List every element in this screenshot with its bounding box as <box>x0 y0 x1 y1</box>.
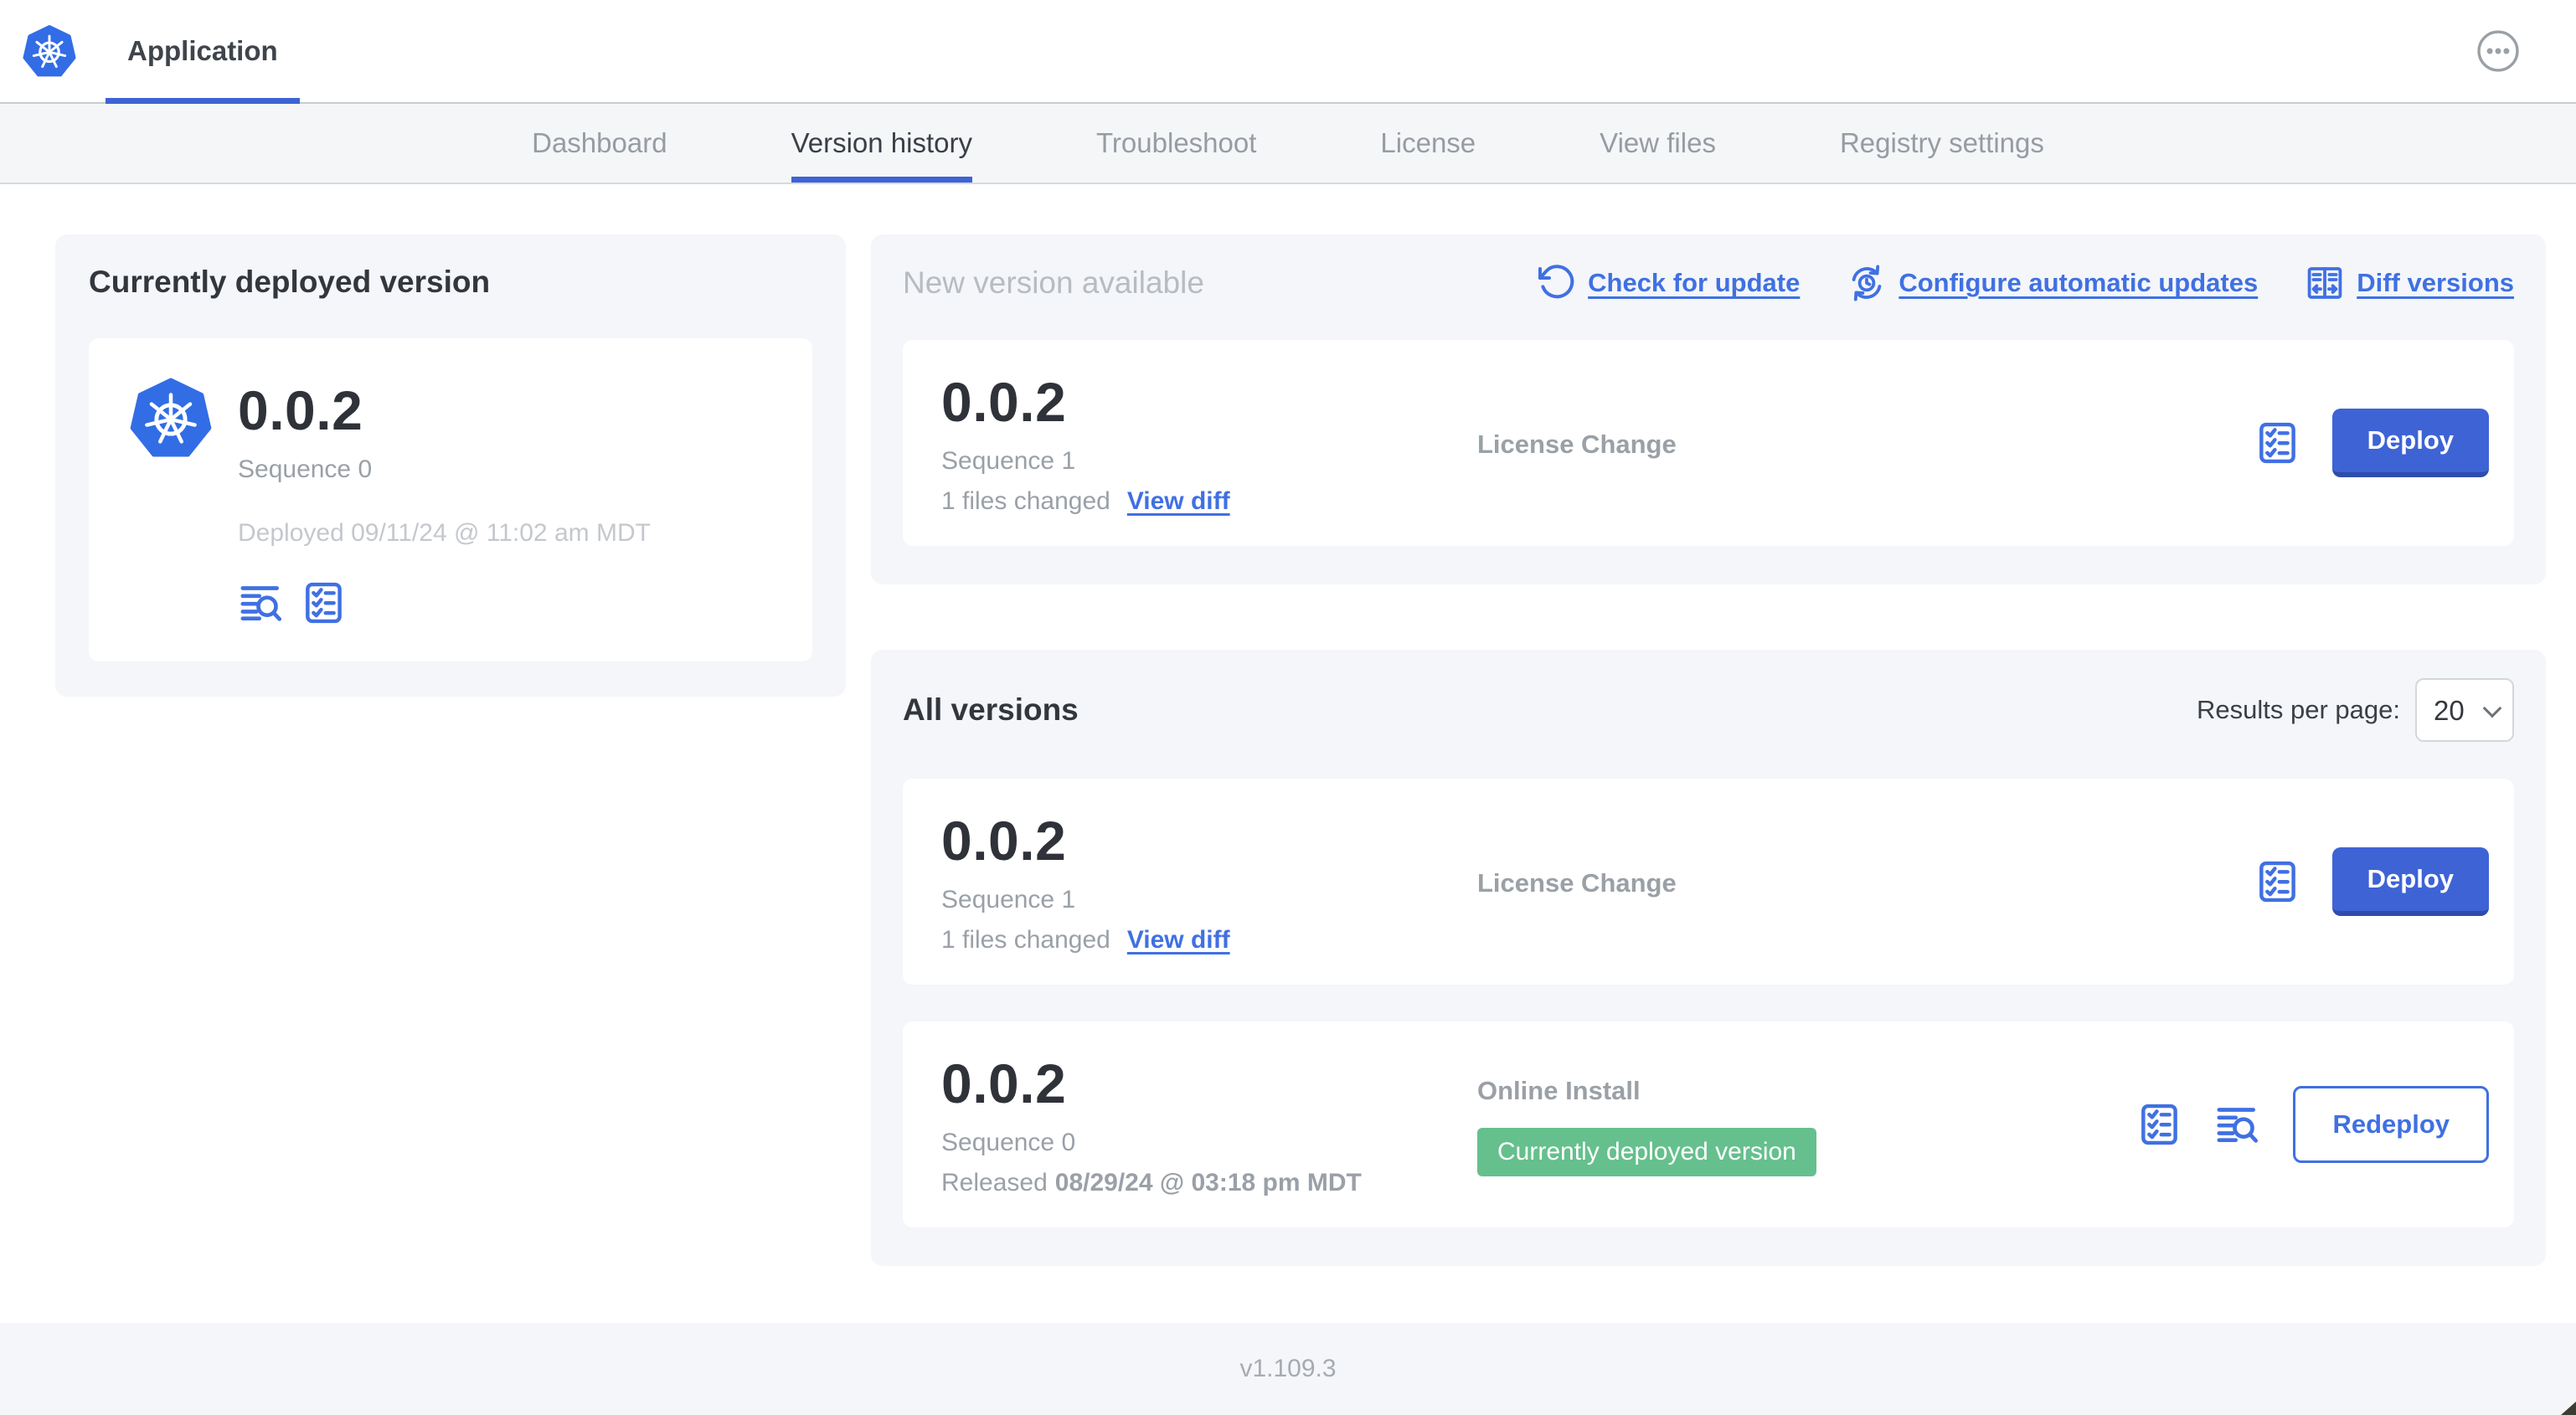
version-sequence: Sequence 1 <box>941 447 1076 475</box>
version-source-label: Online Install <box>1477 1076 1641 1105</box>
released-date-line: Released 08/29/24 @ 03:18 pm MDT <box>941 1169 1362 1196</box>
kubernetes-logo-icon <box>22 24 77 78</box>
results-per-page-label: Results per page: <box>2197 695 2400 724</box>
version-source-label: License Change <box>1477 430 1677 459</box>
currently-deployed-panel: Currently deployed version 0.0.2 Sequenc… <box>55 234 846 697</box>
view-logs-icon[interactable] <box>238 579 285 626</box>
currently-deployed-card: 0.0.2 Sequence 0 Deployed 09/11/24 @ 11:… <box>89 338 812 661</box>
results-per-page-select[interactable]: 20 <box>2415 678 2514 742</box>
ellipsis-icon <box>2476 28 2521 74</box>
app-header: Application <box>0 0 2576 104</box>
version-sequence: Sequence 1 <box>941 886 1076 913</box>
tab-view-files[interactable]: View files <box>1600 104 1716 183</box>
deploy-button[interactable]: Deploy <box>2331 409 2489 477</box>
overflow-menu-button[interactable] <box>2476 28 2521 74</box>
configure-automatic-updates-link[interactable]: Configure automatic updates <box>1847 263 2258 303</box>
tab-dashboard[interactable]: Dashboard <box>532 104 667 183</box>
new-version-title: New version available <box>903 265 1204 300</box>
main-content: Currently deployed version 0.0.2 Sequenc… <box>0 184 2576 1266</box>
footer: v1.109.3 <box>0 1323 2576 1415</box>
version-row: 0.0.2 Sequence 1 1 files changed View di… <box>903 779 2514 985</box>
preflight-checks-icon[interactable] <box>2136 1101 2182 1148</box>
diff-versions-link[interactable]: Diff versions <box>2305 263 2514 303</box>
current-version-deployed-date: Deployed 09/11/24 @ 11:02 am MDT <box>238 519 651 547</box>
tab-registry-settings[interactable]: Registry settings <box>1840 104 2044 183</box>
preflight-checks-icon[interactable] <box>2254 858 2300 905</box>
screen-corner-artifact <box>2561 1402 2576 1415</box>
redeploy-button[interactable]: Redeploy <box>2293 1086 2489 1163</box>
files-changed-text: 1 files changed <box>941 926 1110 954</box>
preflight-checks-icon[interactable] <box>300 579 347 626</box>
files-changed-text: 1 files changed <box>941 487 1110 515</box>
version-row: 0.0.2 Sequence 0 Released 08/29/24 @ 03:1… <box>903 1021 2514 1227</box>
app-tab[interactable]: Application <box>106 0 300 104</box>
refresh-icon <box>1536 263 1576 303</box>
check-for-update-link[interactable]: Check for update <box>1536 263 1800 303</box>
view-diff-link[interactable]: View diff <box>1127 926 1230 954</box>
tab-license[interactable]: License <box>1380 104 1476 183</box>
currently-deployed-title: Currently deployed version <box>89 265 491 299</box>
currently-deployed-badge: Currently deployed version <box>1477 1128 1816 1176</box>
new-version-card: 0.0.2 Sequence 1 1 files changed View di… <box>903 340 2514 546</box>
version-sequence: Sequence 0 <box>941 1129 1076 1156</box>
current-version-number: 0.0.2 <box>238 379 363 441</box>
all-versions-panel: All versions Results per page: 20 0.0.2 … <box>871 650 2546 1266</box>
console-version: v1.109.3 <box>1239 1355 1337 1382</box>
scheduled-update-icon <box>1847 263 1887 303</box>
deploy-button[interactable]: Deploy <box>2331 847 2489 916</box>
current-version-sequence: Sequence 0 <box>238 455 373 483</box>
kubernetes-app-icon <box>129 377 213 459</box>
tab-troubleshoot[interactable]: Troubleshoot <box>1096 104 1256 183</box>
preflight-checks-icon[interactable] <box>2254 419 2300 466</box>
view-diff-link[interactable]: View diff <box>1127 487 1230 516</box>
version-source-label: License Change <box>1477 868 1677 898</box>
diff-icon <box>2305 263 2345 303</box>
version-number: 0.0.2 <box>941 1052 1067 1114</box>
version-number: 0.0.2 <box>941 371 1067 433</box>
view-logs-icon[interactable] <box>2214 1101 2261 1148</box>
new-version-panel: New version available Check for update C… <box>871 234 2546 584</box>
sub-nav: Dashboard Version history Troubleshoot L… <box>0 104 2576 184</box>
all-versions-title: All versions <box>903 692 1079 727</box>
app-tab-label: Application <box>127 35 278 66</box>
tab-version-history[interactable]: Version history <box>791 104 973 183</box>
version-number: 0.0.2 <box>941 810 1067 872</box>
header-right <box>2476 0 2576 102</box>
